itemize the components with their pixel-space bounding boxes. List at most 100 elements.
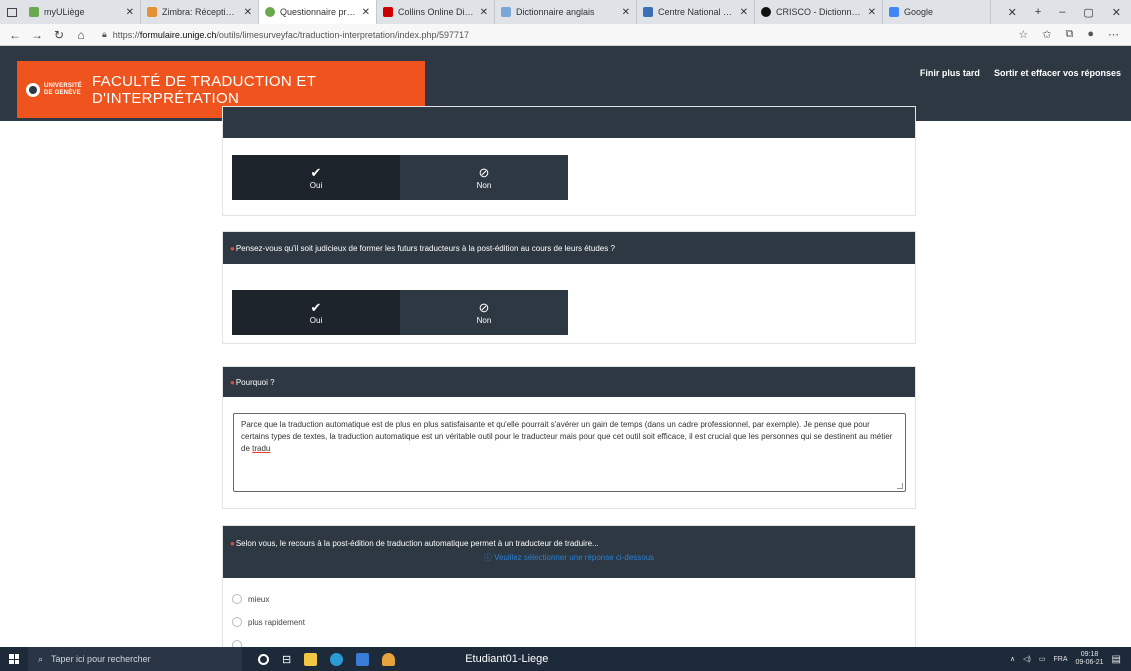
no-label: Non bbox=[476, 180, 492, 190]
question-header: ● Pensez-vous qu'il soit judicieux de fo… bbox=[223, 232, 915, 264]
radio-option[interactable] bbox=[232, 640, 915, 647]
back-icon[interactable]: ← bbox=[4, 28, 26, 42]
search-placeholder: Taper ici pour rechercher bbox=[51, 654, 151, 664]
browser-tab[interactable]: myULiège ✕ bbox=[23, 0, 141, 24]
url-host: formulaire.unige.ch bbox=[139, 29, 217, 40]
browser-tab-active[interactable]: Questionnaire pré-test (20 ✕ bbox=[259, 0, 377, 24]
radio-button[interactable] bbox=[232, 594, 242, 604]
address-bar: ← → ↻ ⌂ 🔒︎ https://formulaire.unige.ch/o… bbox=[0, 24, 1131, 46]
reload-icon[interactable]: ↻ bbox=[48, 28, 70, 42]
browser-tab[interactable]: CRISCO - Dictionnaire des ✕ bbox=[755, 0, 883, 24]
file-explorer-icon[interactable] bbox=[304, 652, 318, 666]
close-tab-icon[interactable]: ✕ bbox=[362, 7, 370, 18]
lock-icon: 🔒︎ bbox=[102, 29, 107, 39]
camera-app-icon[interactable] bbox=[356, 652, 370, 666]
taskbar: ⌕ Taper ici pour rechercher ⊟ Etudiant01… bbox=[0, 647, 1131, 671]
close-tab-icon[interactable]: ✕ bbox=[480, 7, 488, 18]
required-marker: ● bbox=[230, 243, 235, 253]
tab-title: myULiège bbox=[44, 7, 85, 17]
answer-text: Parce que la traduction automatique est … bbox=[241, 420, 893, 453]
question-text: Selon vous, le recours à la post-édition… bbox=[235, 539, 599, 548]
close-tab-icon[interactable]: ✕ bbox=[622, 7, 630, 18]
close-window-icon[interactable]: ✕ bbox=[1112, 6, 1121, 19]
no-button[interactable]: ⊘ Non bbox=[400, 290, 568, 335]
close-tab-icon[interactable]: ✕ bbox=[244, 7, 252, 18]
yes-button[interactable]: ✔ Oui bbox=[232, 290, 400, 335]
tab-favicon-icon bbox=[265, 7, 275, 17]
volume-icon[interactable]: ◁) bbox=[1023, 655, 1031, 663]
university-name-line1: UNIVERSITÉ bbox=[44, 82, 83, 89]
radio-label: mieux bbox=[248, 594, 270, 604]
minimize-icon[interactable]: – bbox=[1059, 6, 1065, 19]
browser-tab[interactable]: Zimbra: Réception (78) ✕ bbox=[141, 0, 259, 24]
question-block-2: ● Pensez-vous qu'il soit judicieux de fo… bbox=[222, 231, 916, 344]
tab-favicon-icon bbox=[147, 7, 157, 17]
yes-button[interactable]: ✔ Oui bbox=[232, 155, 400, 200]
survey-page: UNIVERSITÉ DE GENÈVE FACULTÉ DE TRADUCTIO… bbox=[0, 46, 1131, 647]
user-app-icon[interactable] bbox=[382, 652, 396, 666]
browser-tab[interactable]: Centre National de Resso ✕ bbox=[637, 0, 755, 24]
home-icon[interactable]: ⌂ bbox=[70, 28, 92, 42]
close-tab-icon[interactable]: ✕ bbox=[126, 7, 134, 18]
question-text: Pensez-vous qu'il soit judicieux de form… bbox=[235, 243, 615, 253]
profile-icon[interactable]: ● bbox=[1087, 28, 1094, 41]
no-label: Non bbox=[476, 315, 492, 325]
tab-favicon-icon bbox=[643, 7, 653, 17]
tab-title: Dictionnaire anglais bbox=[516, 7, 595, 17]
answer-textarea[interactable]: Parce que la traduction automatique est … bbox=[233, 413, 906, 492]
yes-label: Oui bbox=[309, 315, 323, 325]
notifications-icon[interactable]: ▤ bbox=[1112, 654, 1121, 665]
tab-title: Questionnaire pré-test (20 bbox=[280, 7, 356, 17]
task-view-icon[interactable]: ⊟ bbox=[282, 653, 291, 666]
url-field[interactable]: 🔒︎ https://formulaire.unige.ch/outils/li… bbox=[102, 29, 469, 40]
tab-favicon-icon bbox=[29, 7, 39, 17]
tab-actions-icon[interactable] bbox=[7, 7, 17, 17]
no-button[interactable]: ⊘ Non bbox=[400, 155, 568, 200]
chevron-up-icon[interactable]: ∧ bbox=[1010, 655, 1015, 663]
browser-tab-bar: myULiège ✕ Zimbra: Réception (78) ✕ Ques… bbox=[0, 0, 1131, 24]
search-icon: ⌕ bbox=[38, 653, 44, 664]
finish-later-link[interactable]: Finir plus tard bbox=[920, 68, 980, 78]
radio-button[interactable] bbox=[232, 617, 242, 627]
close-tab-icon[interactable]: ✕ bbox=[868, 7, 876, 18]
radio-option[interactable]: plus rapidement bbox=[232, 617, 915, 627]
start-button[interactable] bbox=[0, 647, 28, 671]
browser-tab[interactable]: Dictionnaire anglais ✕ bbox=[495, 0, 637, 24]
exit-clear-link[interactable]: Sortir et effacer vos réponses bbox=[994, 68, 1121, 78]
close-all-icon[interactable]: ✕ bbox=[1008, 6, 1017, 19]
ban-icon: ⊘ bbox=[478, 164, 490, 180]
favorites-list-icon[interactable]: ✩ bbox=[1042, 28, 1051, 41]
clock-date: 09-06-21 bbox=[1075, 659, 1104, 666]
yes-label: Oui bbox=[309, 180, 323, 190]
checkmark-icon: ✔ bbox=[310, 299, 322, 315]
tab-favicon-icon bbox=[889, 7, 899, 17]
radio-button[interactable] bbox=[232, 640, 242, 647]
radio-option[interactable]: mieux bbox=[232, 594, 915, 604]
tab-favicon-icon bbox=[761, 7, 771, 17]
collections-icon[interactable]: ⧉ bbox=[1065, 28, 1073, 41]
network-icon[interactable]: ▭ bbox=[1039, 655, 1046, 663]
question-block-1: ✔ Oui ⊘ Non bbox=[222, 106, 916, 216]
edge-icon[interactable] bbox=[330, 652, 344, 666]
maximize-icon[interactable]: ▢ bbox=[1083, 6, 1093, 19]
new-tab-icon[interactable]: + bbox=[1035, 6, 1041, 19]
tab-title: Centre National de Resso bbox=[658, 7, 734, 17]
taskbar-search[interactable]: ⌕ Taper ici pour rechercher bbox=[28, 647, 242, 671]
system-tray: ∧ ◁) ▭ FRA 09:18 09-06-21 ▤ bbox=[1010, 651, 1131, 667]
more-icon[interactable]: ⋯ bbox=[1108, 28, 1119, 41]
favorite-icon[interactable]: ☆ bbox=[1018, 28, 1028, 41]
forward-icon[interactable]: → bbox=[26, 28, 48, 42]
cortana-icon[interactable] bbox=[258, 653, 269, 665]
browser-tab[interactable]: Collins Online Dictionary | ✕ bbox=[377, 0, 495, 24]
resize-handle-icon[interactable] bbox=[897, 483, 903, 489]
university-logo: UNIVERSITÉ DE GENÈVE bbox=[26, 82, 83, 97]
ban-icon: ⊘ bbox=[478, 299, 490, 315]
close-tab-icon[interactable]: ✕ bbox=[740, 7, 748, 18]
clock-time: 09:18 bbox=[1080, 651, 1099, 658]
clock[interactable]: 09:18 09-06-21 bbox=[1076, 651, 1104, 667]
question-header bbox=[223, 107, 915, 138]
tab-title: Google bbox=[904, 7, 934, 17]
language-indicator[interactable]: FRA bbox=[1054, 656, 1068, 663]
browser-tab[interactable]: Google bbox=[883, 0, 991, 24]
faculty-title: FACULTÉ DE TRADUCTION ET D'INTERPRÉTATIO… bbox=[92, 72, 316, 107]
